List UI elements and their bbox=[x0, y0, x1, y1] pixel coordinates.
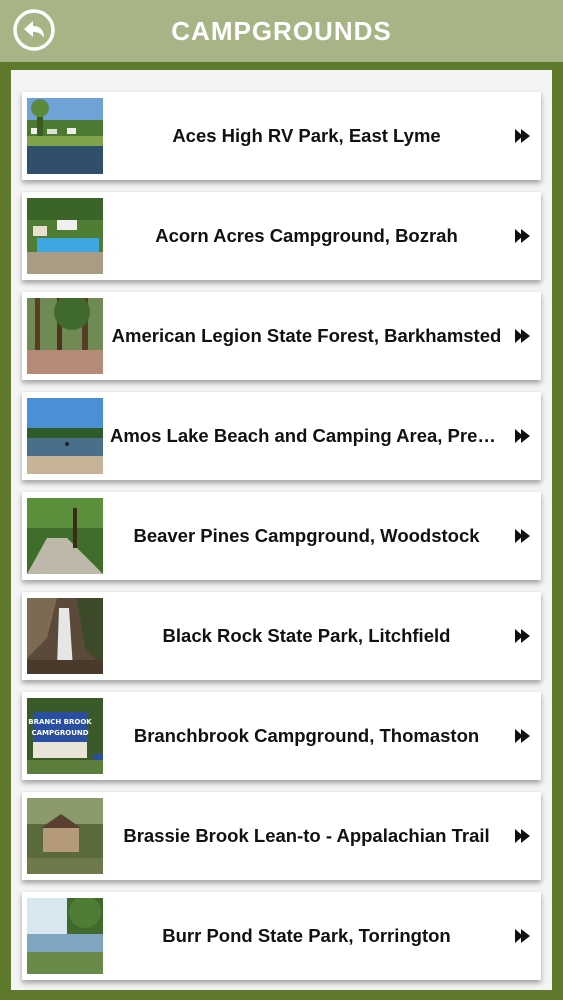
campground-thumbnail bbox=[27, 598, 103, 674]
campground-name: Acorn Acres Campground, Bozrah bbox=[155, 225, 458, 246]
campground-thumbnail bbox=[27, 198, 103, 274]
campground-name: Beaver Pines Campground, Woodstock bbox=[133, 525, 480, 546]
back-arrow-icon bbox=[13, 9, 55, 51]
campground-name: American Legion State Forest, Barkhamste… bbox=[111, 325, 502, 346]
campground-name: Brassie Brook Lean-to - Appalachian Trai… bbox=[123, 825, 490, 846]
play-arrow-icon bbox=[515, 629, 530, 643]
play-arrow-icon bbox=[515, 429, 530, 443]
campground-name: Branchbrook Campground, Thomaston bbox=[133, 725, 480, 746]
play-arrow-icon bbox=[515, 729, 530, 743]
play-arrow-icon bbox=[515, 929, 530, 943]
list-item[interactable]: Black Rock State Park, Litchfield bbox=[22, 592, 541, 680]
play-arrow-icon bbox=[515, 229, 530, 243]
campground-name: Aces High RV Park, East Lyme bbox=[172, 125, 441, 146]
list-item[interactable]: Beaver Pines Campground, Woodstock bbox=[22, 492, 541, 580]
campground-thumbnail bbox=[27, 298, 103, 374]
play-arrow-icon bbox=[515, 129, 530, 143]
list-item[interactable]: Acorn Acres Campground, Bozrah bbox=[22, 192, 541, 280]
campground-thumbnail: BRANCH BROOK CAMPGROUND bbox=[27, 698, 103, 774]
list-item[interactable]: Burr Pond State Park, Torrington bbox=[22, 892, 541, 980]
play-arrow-icon bbox=[515, 329, 530, 343]
list-item[interactable]: BRANCH BROOK CAMPGROUND Branchbrook Camp… bbox=[22, 692, 541, 780]
page-title: CAMPGROUNDS bbox=[171, 15, 392, 46]
play-arrow-icon bbox=[515, 829, 530, 843]
sign-text-line2: CAMPGROUND bbox=[31, 729, 88, 737]
campground-name: Black Rock State Park, Litchfield bbox=[162, 625, 451, 646]
sign-text-line1: BRANCH BROOK bbox=[28, 718, 92, 726]
list-item[interactable]: American Legion State Forest, Barkhamste… bbox=[22, 292, 541, 380]
campground-thumbnail bbox=[27, 798, 103, 874]
play-arrow-icon bbox=[515, 529, 530, 543]
campground-thumbnail bbox=[27, 498, 103, 574]
list-item[interactable]: Aces High RV Park, East Lyme bbox=[22, 92, 541, 180]
campground-thumbnail bbox=[27, 398, 103, 474]
list-item[interactable]: Amos Lake Beach and Camping Area, Presto… bbox=[22, 392, 541, 480]
app-header: CAMPGROUNDS bbox=[0, 0, 563, 62]
campground-thumbnail bbox=[27, 898, 103, 974]
campground-name: Burr Pond State Park, Torrington bbox=[162, 925, 451, 946]
campground-thumbnail bbox=[27, 98, 103, 174]
list-container: Aces High RV Park, East Lyme Acorn Acres… bbox=[11, 70, 552, 990]
list-item[interactable]: Brassie Brook Lean-to - Appalachian Trai… bbox=[22, 792, 541, 880]
back-button[interactable] bbox=[12, 8, 56, 52]
campground-name: Amos Lake Beach and Camping Area, Presto… bbox=[110, 425, 503, 446]
